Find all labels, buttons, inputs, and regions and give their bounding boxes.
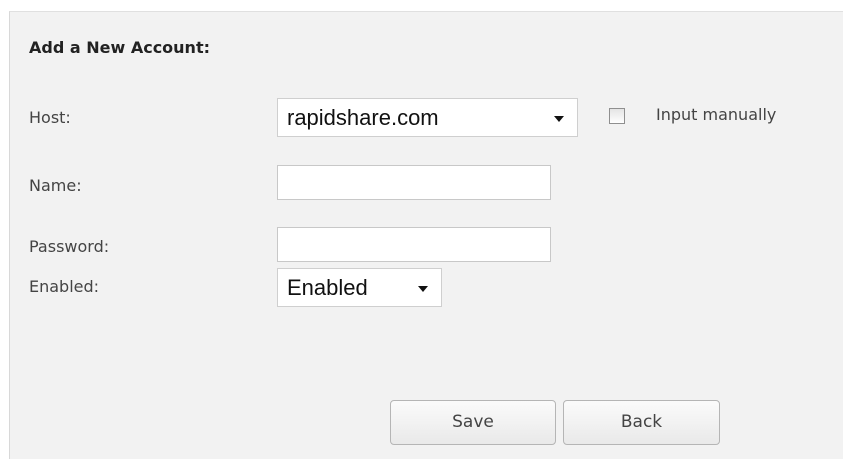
- back-button[interactable]: Back: [563, 400, 720, 445]
- password-field[interactable]: [277, 227, 551, 262]
- name-field[interactable]: [277, 165, 551, 200]
- enabled-select-value: Enabled: [287, 275, 368, 300]
- name-label: Name:: [29, 176, 82, 195]
- host-select[interactable]: rapidshare.com: [277, 98, 578, 137]
- enabled-label: Enabled:: [29, 277, 100, 296]
- host-label: Host:: [29, 108, 71, 127]
- enabled-select[interactable]: Enabled: [277, 268, 442, 307]
- chevron-down-icon: [554, 116, 564, 122]
- input-manually-label: Input manually: [656, 105, 777, 124]
- host-select-value: rapidshare.com: [287, 105, 439, 130]
- save-button[interactable]: Save: [390, 400, 556, 445]
- input-manually-checkbox[interactable]: [609, 108, 625, 124]
- chevron-down-icon: [418, 286, 428, 292]
- password-label: Password:: [29, 237, 110, 256]
- add-account-panel: Add a New Account: Host: rapidshare.com …: [9, 11, 843, 459]
- form-heading: Add a New Account:: [29, 38, 210, 57]
